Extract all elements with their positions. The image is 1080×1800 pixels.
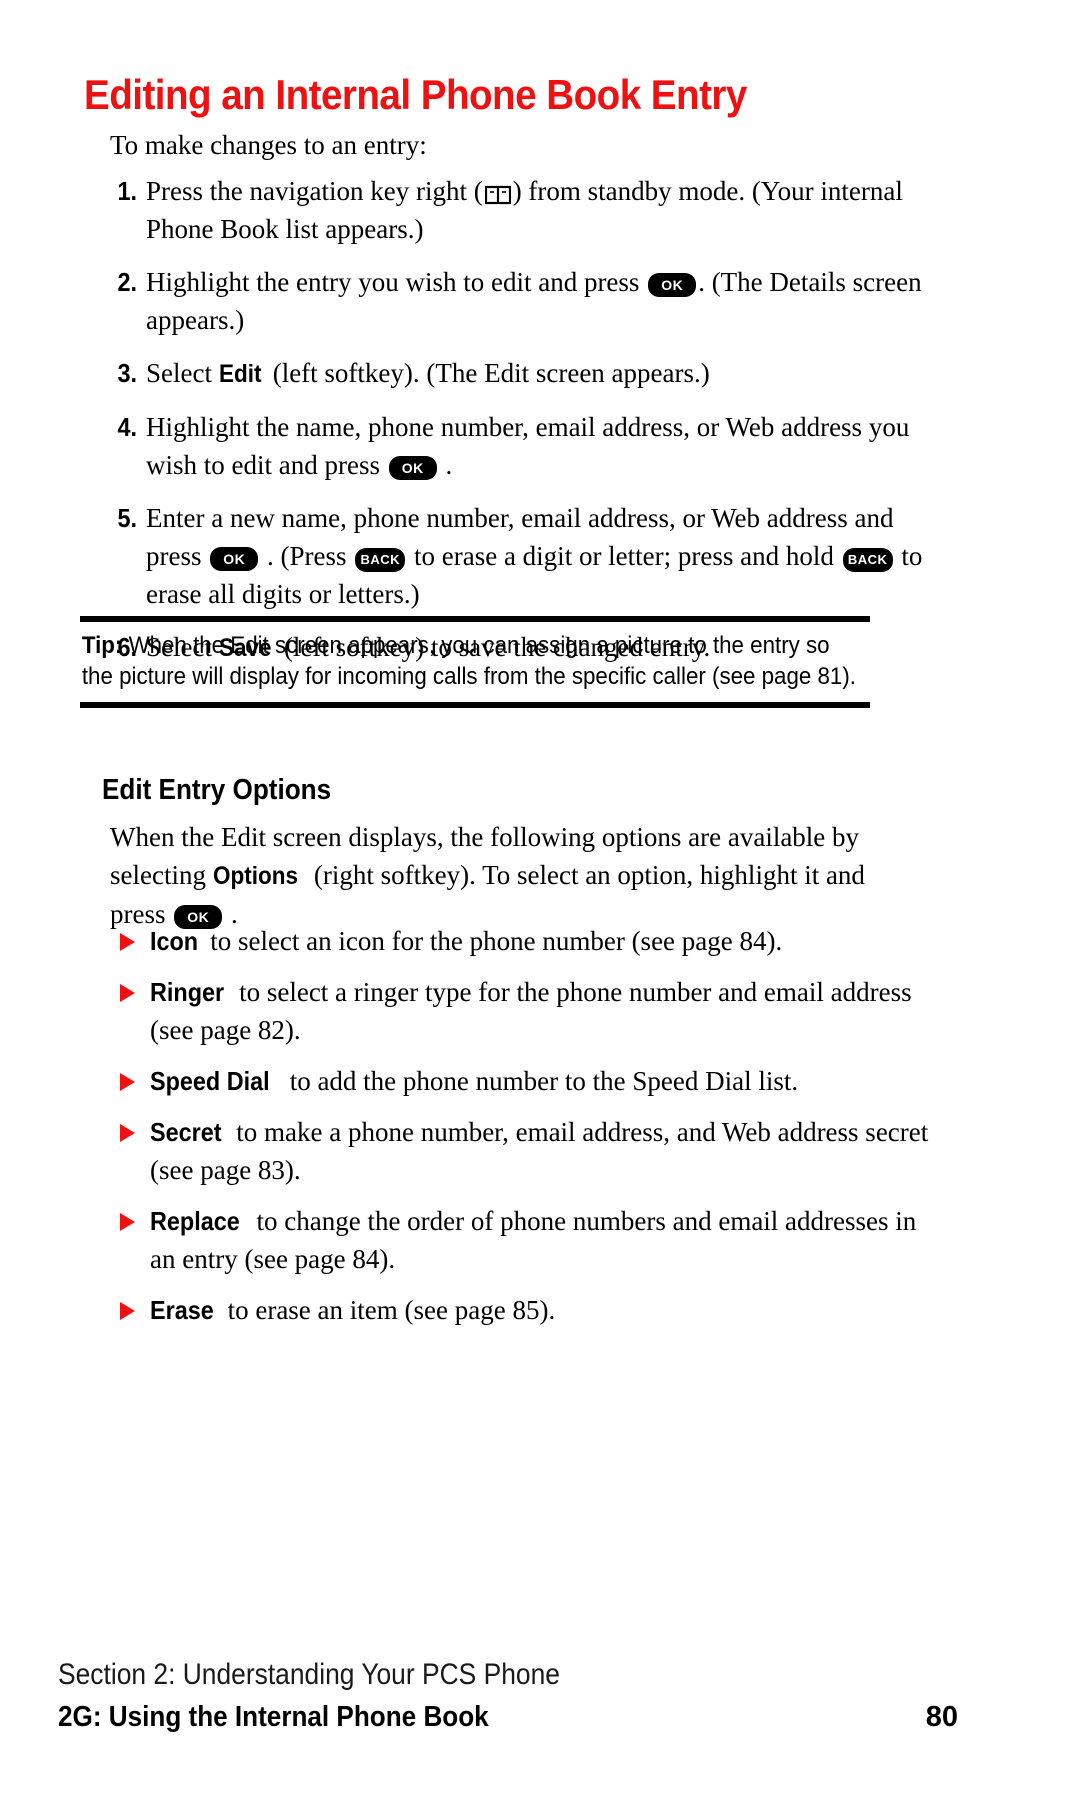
tip-body: When the Edit screen appears, you can as… [81,632,856,690]
list-item: 1. Press the navigation key right () fro… [110,172,940,248]
triangle-bullet-icon [120,1202,150,1231]
step-text-mid2: to erase a digit or letter; press and ho… [414,541,834,571]
option-description: to change the order of phone numbers and… [150,1206,917,1274]
option-text: Erase to erase an item (see page 85). [150,1291,940,1329]
triangle-bullet-icon [120,922,150,951]
list-item: Icon to select an icon for the phone num… [120,922,940,960]
softkey-label-edit: Edit [218,360,262,388]
tip-label: Tip: [81,632,123,659]
list-item: 3. Select Edit (left softkey). (The Edit… [110,354,940,393]
option-name: Secret [150,1117,222,1147]
step-text: Select Edit (left softkey). (The Edit sc… [146,354,940,393]
option-name: Speed Dial [150,1066,270,1096]
option-name: Replace [150,1206,240,1236]
option-name: Erase [150,1295,214,1325]
option-text: Ringer to select a ringer type for the p… [150,973,940,1049]
list-item: Erase to erase an item (see page 85). [120,1291,940,1329]
intro-paragraph: To make changes to an entry: [110,130,427,160]
step-text-pre: Highlight the name, phone number, email … [146,412,910,480]
tip-text: Tip: When the Edit screen appears, you c… [80,622,866,702]
option-name: Ringer [150,977,225,1007]
option-text: Icon to select an icon for the phone num… [150,922,940,960]
section-intro-paragraph: When the Edit screen displays, the follo… [110,818,910,933]
list-item: Secret to make a phone number, email add… [120,1113,940,1189]
step-text-pre: Select [146,358,212,388]
option-text: Replace to change the order of phone num… [150,1202,940,1278]
option-text: Secret to make a phone number, email add… [150,1113,940,1189]
tip-callout: Tip: When the Edit screen appears, you c… [80,616,870,708]
page-number: 80 [925,1701,958,1733]
phone-book-icon [484,185,511,205]
list-item: 2. Highlight the entry you wish to edit … [110,263,940,339]
numbered-step-list: 1. Press the navigation key right () fro… [110,172,940,682]
footer-section-label: Section 2: Understanding Your PCS Phone [58,1658,560,1691]
option-text: Speed Dial to add the phone number to th… [150,1062,940,1100]
step-number: 2. [117,267,137,297]
list-item: Replace to change the order of phone num… [120,1202,940,1278]
options-bullet-list: Icon to select an icon for the phone num… [120,922,940,1342]
option-description: to erase an item (see page 85). [227,1295,556,1325]
option-description: to make a phone number, email address, a… [150,1117,929,1185]
step-text-post: . [445,450,453,480]
back-key-icon: BACK [355,547,406,572]
section-heading: Edit Entry Options [102,774,332,806]
step-text-pre: Highlight the entry you wish to edit and… [146,267,640,297]
list-item: Speed Dial to add the phone number to th… [120,1062,940,1100]
back-key-icon: BACK [842,547,893,572]
option-name: Icon [150,926,199,956]
list-item: 5. Enter a new name, phone number, email… [110,499,940,613]
step-text-pre: Press the navigation key right ( [146,176,483,206]
step-text: Enter a new name, phone number, email ad… [146,499,940,613]
page-footer: Section 2: Understanding Your PCS Phone … [58,1655,958,1737]
option-description: to add the phone number to the Speed Dia… [289,1066,799,1096]
ok-key-icon: OK [388,455,437,480]
list-item: 4. Highlight the name, phone number, ema… [110,408,940,484]
step-number: 1. [117,176,137,206]
ok-key-icon: OK [210,546,259,571]
list-item: Ringer to select a ringer type for the p… [120,973,940,1049]
step-text-post: (left softkey). (The Edit screen appears… [272,358,710,388]
step-number: 4. [117,412,137,442]
softkey-label-options: Options [212,862,298,890]
triangle-bullet-icon [120,1291,150,1320]
page-title: Editing an Internal Phone Book Entry [84,71,747,118]
step-text: Highlight the name, phone number, email … [146,408,940,484]
footer-chapter-row: 2G: Using the Internal Phone Book 80 [58,1697,958,1737]
tip-rule-bottom [80,702,870,708]
triangle-bullet-icon [120,1113,150,1142]
document-page: Editing an Internal Phone Book Entry To … [0,0,1080,1800]
footer-chapter-label: 2G: Using the Internal Phone Book [58,1701,489,1733]
step-text: Press the navigation key right () from s… [146,172,940,248]
step-number: 3. [117,358,137,388]
triangle-bullet-icon [120,973,150,1002]
option-description: to select a ringer type for the phone nu… [150,977,912,1045]
ok-key-icon: OK [648,272,697,297]
step-text-mid1: . (Press [267,541,347,571]
step-text: Highlight the entry you wish to edit and… [146,263,940,339]
triangle-bullet-icon [120,1062,150,1091]
option-description: to select an icon for the phone number (… [210,926,783,956]
step-number: 5. [117,503,137,533]
